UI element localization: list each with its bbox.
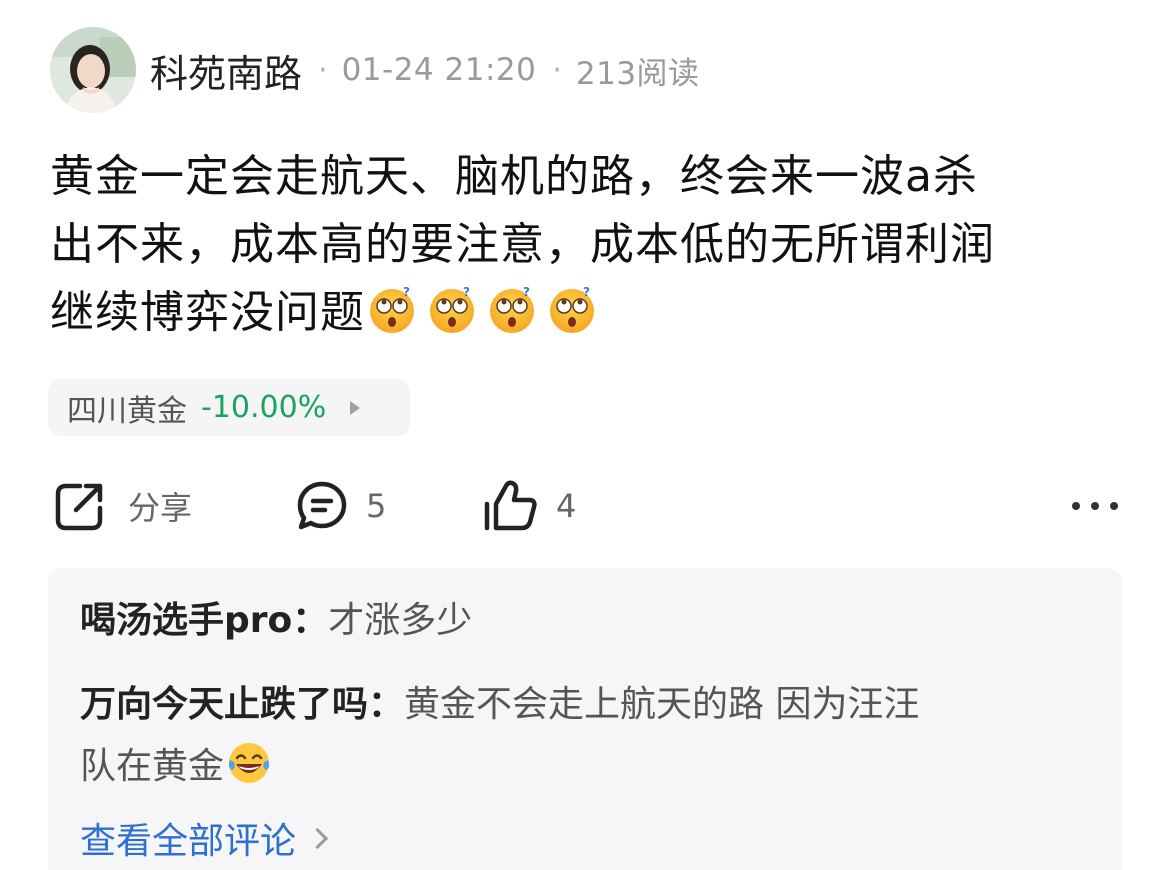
comment-text: 才涨多少 — [328, 600, 473, 641]
stock-name: 四川黄金 — [67, 393, 187, 429]
emoji-group: ? ? ? ? — [367, 285, 607, 335]
chevron-right-icon — [306, 827, 329, 849]
face-with-rolling-eyes-icon: ? — [550, 285, 594, 333]
post-text-line: 继续博弈没问题 ? ? ? ? — [50, 279, 1130, 347]
view-all-comments-link[interactable]: 查看全部评论 — [80, 812, 329, 864]
avatar[interactable] — [50, 27, 136, 113]
comment-item[interactable]: 万向今天止跌了吗：黄金不会走上航天的路 因为汪汪 队在黄金 — [80, 674, 1090, 798]
post-text-fragment: 继续博弈没问题 — [50, 287, 365, 338]
post-text-line: 出不来，成本高的要注意，成本低的无所谓利润 — [50, 219, 995, 270]
post-header: 科苑南路 · 01-24 21:20 · 213阅读 — [50, 26, 700, 114]
post-body: 黄金一定会走航天、脑机的路，终会来一波a杀 出不来，成本高的要注意，成本低的无所… — [50, 143, 1130, 347]
svg-text:?: ? — [463, 285, 471, 299]
laughing-tears-icon — [228, 743, 270, 783]
post-card: 科苑南路 · 01-24 21:20 · 213阅读 黄金一定会走航天、脑机的路… — [0, 0, 1170, 870]
post-meta: 科苑南路 · 01-24 21:20 · 213阅读 — [150, 43, 700, 98]
face-with-rolling-eyes-icon: ? — [370, 285, 414, 333]
thumbs-up-icon — [484, 480, 537, 531]
stock-change: -10.00% — [201, 390, 327, 425]
face-with-rolling-eyes-icon: ? — [430, 285, 474, 333]
read-count: 213阅读 — [575, 55, 700, 92]
stock-tag[interactable]: 四川黄金 -10.00% — [48, 379, 410, 436]
meta-separator: · — [552, 52, 562, 88]
like-button[interactable]: 4 — [482, 474, 576, 538]
commenter-name[interactable]: 喝汤选手pro： — [80, 600, 328, 641]
author-name[interactable]: 科苑南路 — [150, 43, 302, 98]
comment-count: 5 — [366, 487, 387, 525]
view-all-label: 查看全部评论 — [80, 821, 297, 862]
action-bar: 分享 5 4 — [52, 474, 1122, 538]
comment-bubble-icon — [297, 481, 347, 530]
comments-preview: 喝汤选手pro：才涨多少 万向今天止跌了吗：黄金不会走上航天的路 因为汪汪 队在… — [48, 568, 1122, 870]
like-count: 4 — [556, 487, 577, 525]
face-with-rolling-eyes-icon: ? — [490, 285, 534, 333]
comment-text: 队在黄金 — [80, 746, 225, 787]
share-label: 分享 — [128, 489, 193, 527]
play-arrow-icon — [350, 400, 361, 415]
post-text-line: 黄金一定会走航天、脑机的路，终会来一波a杀 — [50, 151, 978, 202]
post-date: 01-24 21:20 — [341, 52, 537, 88]
more-options-icon[interactable] — [1072, 488, 1118, 524]
svg-text:?: ? — [403, 285, 411, 299]
svg-text:?: ? — [523, 285, 531, 299]
share-button[interactable]: 分享 — [52, 474, 192, 538]
svg-text:?: ? — [583, 285, 591, 299]
comment-item[interactable]: 喝汤选手pro：才涨多少 — [80, 590, 1090, 652]
comment-text: 黄金不会走上航天的路 因为汪汪 — [404, 684, 920, 725]
share-icon — [55, 483, 103, 531]
meta-separator: · — [318, 52, 328, 88]
commenter-name[interactable]: 万向今天止跌了吗： — [80, 684, 404, 725]
comment-button[interactable]: 5 — [294, 474, 386, 538]
